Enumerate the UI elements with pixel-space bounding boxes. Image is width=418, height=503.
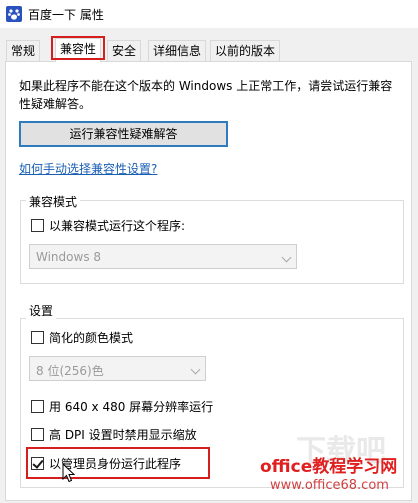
chevron-down-icon <box>281 252 292 263</box>
mouse-pointer-icon <box>62 463 76 483</box>
color-mode-select-value: 8 位(256)色 <box>36 364 104 378</box>
tab-previous-versions[interactable]: 以前的版本 <box>210 40 281 61</box>
chevron-down-icon <box>190 364 201 375</box>
watermark-url: www.office68.com <box>270 478 389 493</box>
run-as-admin-checkbox[interactable] <box>31 457 44 470</box>
manual-settings-link[interactable]: 如何手动选择兼容性设置? <box>19 160 157 177</box>
window-title: 百度一下 属性 <box>28 8 104 22</box>
low-res-label: 用 640 x 480 屏幕分辨率运行 <box>49 400 214 414</box>
tab-compatibility[interactable]: 兼容性 <box>55 38 102 62</box>
low-res-checkbox[interactable] <box>31 400 44 413</box>
reduced-color-label: 简化的颜色模式 <box>49 331 134 345</box>
compat-os-select-value: Windows 8 <box>36 250 102 264</box>
tab-details[interactable]: 详细信息 <box>148 40 207 61</box>
color-mode-select[interactable]: 8 位(256)色 <box>29 356 206 381</box>
compat-mode-group <box>20 200 404 284</box>
watermark-brand: office教程学习网 <box>260 457 398 477</box>
compat-mode-checkbox[interactable] <box>31 219 44 232</box>
high-dpi-checkbox[interactable] <box>31 428 44 441</box>
compat-mode-checkbox-label: 以兼容模式运行这个程序: <box>49 219 186 233</box>
title-bar: 百度一下 属性 <box>0 0 418 28</box>
compat-mode-label: 兼容模式 <box>26 193 81 210</box>
tab-security[interactable]: 安全 <box>107 40 142 61</box>
settings-label: 设置 <box>26 302 57 319</box>
paw-icon <box>6 6 22 22</box>
high-dpi-label: 高 DPI 设置时禁用显示缩放 <box>49 428 197 442</box>
intro-text: 如果此程序不能在这个版本的 Windows 上正常工作，请尝试运行兼容性疑难解答… <box>19 79 393 111</box>
compat-os-select[interactable]: Windows 8 <box>29 244 297 269</box>
tab-general[interactable]: 常规 <box>6 40 41 61</box>
reduced-color-checkbox[interactable] <box>31 331 44 344</box>
tab-bar: 常规 兼容性 安全 详细信息 以前的版本 <box>0 38 418 62</box>
troubleshoot-button[interactable]: 运行兼容性疑难解答 <box>19 121 228 147</box>
